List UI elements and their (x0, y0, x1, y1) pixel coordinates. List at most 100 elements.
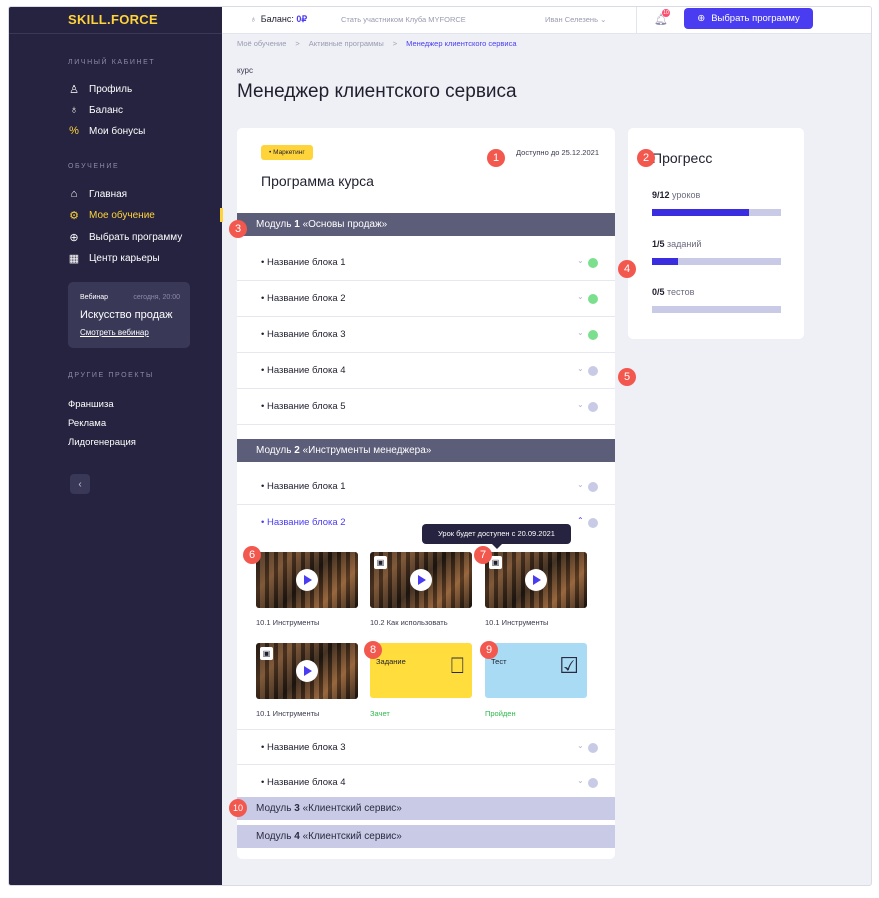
lessons-progress-bar (652, 209, 781, 216)
choose-program-label: Выбрать программу (711, 13, 800, 24)
wallet-icon: ♁ (69, 104, 79, 116)
breadcrumb-item[interactable]: Активные программы (309, 39, 384, 48)
block-name: • Название блока 5 (261, 401, 346, 412)
percent-icon: % (69, 125, 79, 137)
balance[interactable]: ♁ Баланс: 0₽ (250, 14, 307, 25)
chevron-down-icon: ⌄ (577, 328, 584, 337)
lessons-count: 9/12 (652, 190, 670, 200)
webinar-title: Искусство продаж (80, 309, 173, 321)
tests-progress-label: 0/5 тестов (652, 287, 694, 297)
logo[interactable]: SKILL.FORCE (68, 12, 158, 27)
bookmark-icon: ⎕ (450, 653, 464, 678)
test-card[interactable]: Тест ☑ (485, 643, 587, 698)
block-row[interactable]: • Название блока 4 ⌄ (237, 765, 615, 801)
sidebar-item-label: Выбрать программу (89, 232, 183, 243)
tests-label: тестов (664, 287, 695, 297)
lesson-thumbnail-locked[interactable]: ▣ (256, 643, 358, 699)
play-icon[interactable] (410, 569, 432, 591)
project-link-ads[interactable]: Реклама (68, 418, 106, 429)
sidebar: SKILL.FORCE ЛИЧНЫЙ КАБИНЕТ ♙ Профиль ♁ Бал… (9, 7, 223, 885)
divider (9, 33, 222, 34)
wallet-icon: ♁ (250, 14, 257, 24)
play-icon[interactable] (525, 569, 547, 591)
module-header[interactable]: Модуль 1 «Основы продаж» (237, 213, 615, 236)
program-card: • Маркетинг Доступно до 25.12.2021 Прогр… (237, 128, 615, 859)
breadcrumb-separator: > (392, 39, 398, 48)
chevron-down-icon: ⌄ (577, 400, 584, 409)
status-dot (588, 743, 598, 753)
chevron-down-icon: ⌄ (577, 480, 584, 489)
lesson-thumbnail-locked[interactable]: ▣ (370, 552, 472, 608)
gear-icon: ⚙ (69, 210, 79, 222)
sidebar-item-balance[interactable]: ♁ Баланс (68, 104, 123, 116)
test-status: Пройден (485, 709, 516, 718)
chevron-down-icon: ⌄ (577, 776, 584, 785)
sidebar-item-bonuses[interactable]: % Мои бонусы (68, 125, 145, 137)
lesson-thumbnail-locked[interactable]: ▣ (485, 552, 587, 608)
block-row[interactable]: • Название блока 1 ⌄ (237, 469, 615, 505)
block-row[interactable]: • Название блока 4 ⌄ (237, 353, 615, 389)
annotation-badge: 8 (364, 641, 382, 659)
status-dot (588, 778, 598, 788)
module-header[interactable]: Модуль 4 «Клиентский сервис» (237, 825, 615, 848)
module-header[interactable]: Модуль 2 «Инструменты менеджера» (237, 439, 615, 462)
lessons-progress-label: 9/12 уроков (652, 190, 700, 200)
checklist-icon: ☑ (559, 653, 579, 678)
status-dot (588, 482, 598, 492)
sidebar-item-career[interactable]: ▦ Центр карьеры (68, 252, 160, 265)
user-icon: ♙ (69, 84, 79, 96)
sidebar-item-home[interactable]: ⌂ Главная (68, 188, 127, 200)
module-prefix: Модуль (256, 803, 295, 814)
chevron-down-icon: ⌄ (577, 256, 584, 265)
webinar-card[interactable]: Вебинар сегодня, 20:00 Искусство продаж … (68, 282, 190, 348)
breadcrumb-item[interactable]: Моё обучение (237, 39, 286, 48)
project-link-leadgen[interactable]: Лидогенерация (68, 437, 136, 448)
chevron-left-icon: ‹ (78, 478, 82, 490)
annotation-badge: 9 (480, 641, 498, 659)
block-row[interactable]: • Название блока 5 ⌄ (237, 389, 615, 425)
block-name: • Название блока 2 (261, 293, 346, 304)
task-status: Зачет (370, 709, 390, 718)
module-header[interactable]: Модуль 3 «Клиентский сервис» (237, 797, 615, 820)
breadcrumb-current: Менеджер клиентского сервиса (406, 39, 517, 48)
chevron-down-icon: ⌄ (577, 364, 584, 373)
sidebar-item-choose-program[interactable]: ⊕ Выбрать программу (68, 231, 182, 244)
module-name: «Инструменты менеджера» (299, 445, 432, 456)
block-name: • Название блока 3 (261, 742, 346, 753)
sidebar-item-label: Профиль (89, 84, 133, 95)
block-row[interactable]: • Название блока 3 ⌄ (237, 729, 615, 765)
user-menu[interactable]: Иван Селезень ⌄ (545, 15, 606, 24)
balance-value: 0₽ (296, 14, 308, 24)
choose-program-button[interactable]: ⊕ Выбрать программу (684, 8, 813, 29)
page-kicker: курс (237, 66, 253, 75)
project-link-franchise[interactable]: Франшиза (68, 399, 114, 410)
progress-title: Прогресс (652, 150, 713, 166)
task-card[interactable]: Задание ⎕ (370, 643, 472, 698)
block-name: • Название блока 4 (261, 777, 346, 788)
play-icon[interactable] (296, 660, 318, 682)
tasks-progress-bar (652, 258, 781, 265)
watch-webinar-link[interactable]: Смотреть вебинар (80, 328, 149, 337)
breadcrumb-separator: > (295, 39, 300, 48)
lessons-label: уроков (669, 190, 701, 200)
active-indicator (220, 208, 223, 222)
category-tag: • Маркетинг (261, 145, 313, 160)
block-row[interactable]: • Название блока 1 ⌄ (237, 245, 615, 281)
status-dot (588, 518, 598, 528)
club-link[interactable]: Стать участником Клуба MYFORCE (341, 15, 466, 24)
annotation-badge: 7 (474, 546, 492, 564)
test-name: Тест (491, 657, 507, 666)
availability-date: Доступно до 25.12.2021 (516, 148, 599, 157)
tasks-label: заданий (664, 239, 702, 249)
lesson-thumbnail[interactable] (256, 552, 358, 608)
balance-label: Баланс: (260, 14, 294, 24)
collapse-sidebar-button[interactable]: ‹ (70, 474, 90, 494)
sidebar-item-my-learning[interactable]: ⚙ Мое обучение (68, 209, 155, 222)
status-dot (588, 366, 598, 376)
chevron-down-icon: ⌄ (577, 292, 584, 301)
sidebar-item-profile[interactable]: ♙ Профиль (68, 83, 132, 96)
play-icon[interactable] (296, 569, 318, 591)
lock-icon: ▣ (374, 556, 387, 569)
block-row[interactable]: • Название блока 2 ⌄ (237, 281, 615, 317)
block-row[interactable]: • Название блока 3 ⌄ (237, 317, 615, 353)
